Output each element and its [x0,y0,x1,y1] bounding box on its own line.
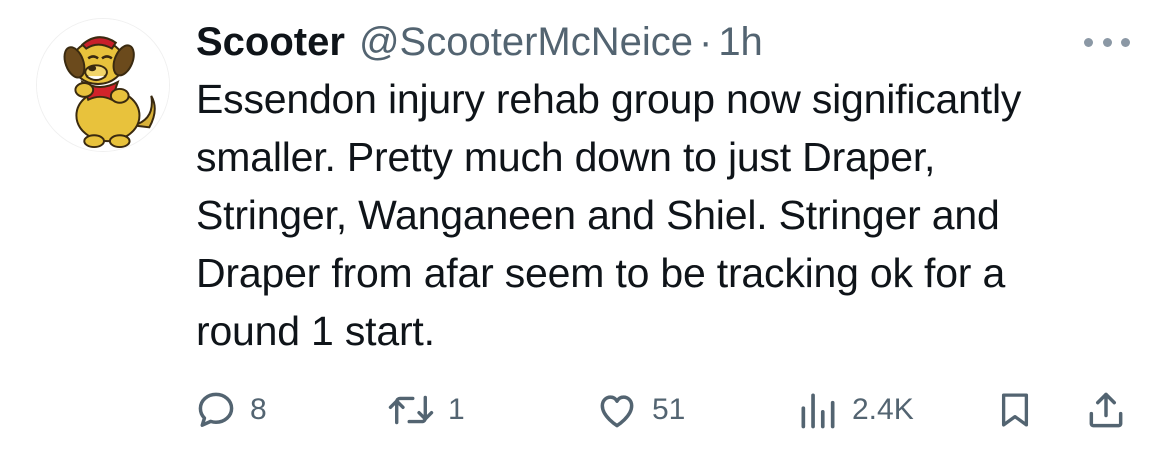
tweet-text-line: smaller. Pretty much down to just Draper… [196,134,936,180]
retweet-count: 1 [448,393,465,426]
tweet-text: Essendon injury rehab group now signific… [196,70,1146,360]
tweet-card[interactable]: Scooter @ScooterMcNeice · 1h Essendon in… [0,0,1170,460]
retweet-button[interactable]: 1 [386,386,465,434]
avatar[interactable] [36,18,170,152]
cartoon-dog-avatar-image [37,19,169,151]
tweet-header: Scooter @ScooterMcNeice · 1h [196,14,763,70]
reply-button[interactable]: 8 [194,386,267,434]
tweet-text-line: Draper from afar seem to be tracking ok … [196,250,1006,296]
more-dots-icon [1084,37,1093,47]
reply-bubble-icon [198,392,234,427]
more-dots-icon [1102,37,1112,47]
display-name[interactable]: Scooter [196,14,345,70]
action-bar: 8 1 51 2.4K [0,386,1170,434]
views-count: 2.4K [852,393,914,426]
timestamp[interactable]: 1h [718,14,763,70]
bookmark-icon [1001,393,1029,427]
tweet-text-line: Essendon injury rehab group now signific… [196,76,1022,122]
user-handle[interactable]: @ScooterMcNeice [359,14,693,70]
separator-dot: · [698,20,713,64]
share-button[interactable] [1084,386,1128,434]
heart-icon [600,395,634,428]
more-dots-icon [1121,37,1130,47]
views-button[interactable]: 2.4K [796,386,914,434]
share-upload-icon [1089,392,1123,428]
reply-count: 8 [250,393,267,426]
tweet-text-line: Stringer, Wanganeen and Shiel. Stringer … [196,192,1000,238]
retweet-icon [388,395,434,425]
bookmark-button[interactable] [994,386,1036,434]
views-bar-chart-icon [801,393,835,429]
tweet-text-line: round 1 start. [196,308,435,354]
like-button[interactable]: 51 [594,386,685,434]
like-count: 51 [652,393,686,426]
more-options-button[interactable] [1084,36,1130,48]
